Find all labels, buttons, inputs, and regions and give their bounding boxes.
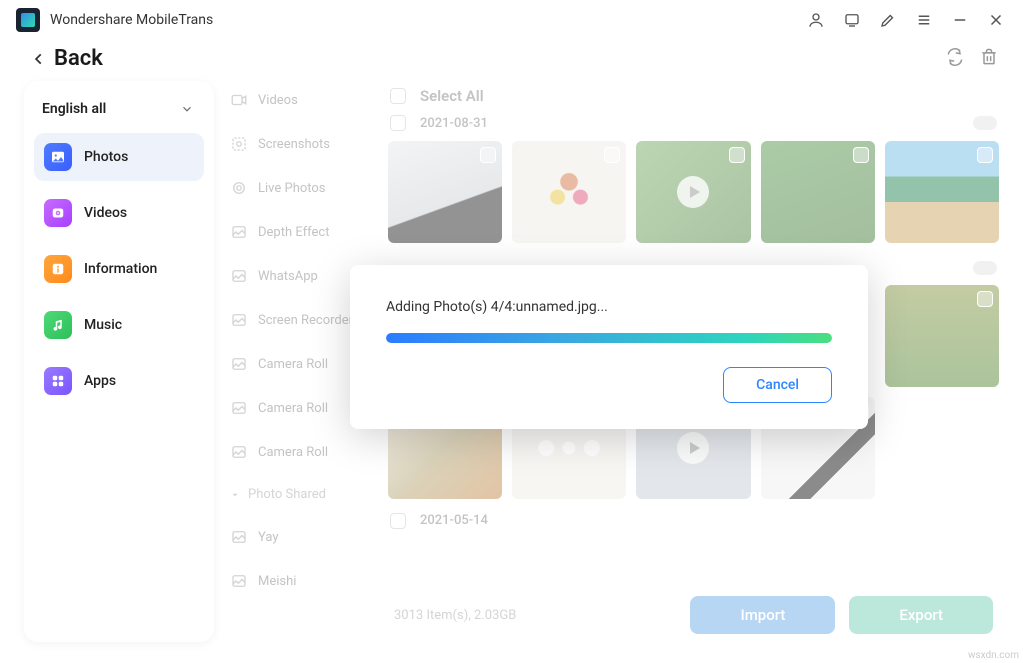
thumb-checkbox[interactable] [729,147,745,163]
thumb-checkbox[interactable] [853,147,869,163]
item-stats: 3013 Item(s), 2.03GB [394,608,516,623]
minimize-icon[interactable] [949,9,971,31]
play-icon [677,432,709,464]
thumb-checkbox[interactable] [480,147,496,163]
user-icon[interactable] [805,9,827,31]
date-checkbox[interactable] [390,513,406,529]
count-pill [973,261,997,275]
live-icon [230,179,248,197]
back-row: Back [0,40,1023,81]
image-icon [230,311,248,329]
category-divider: Photo Shared [222,477,376,512]
image-icon [230,399,248,417]
feedback-icon[interactable] [841,9,863,31]
date-checkbox[interactable] [390,115,406,131]
thumb-checkbox[interactable] [977,147,993,163]
sidebar-item-label: Photos [84,149,128,165]
modal-message: Adding Photo(s) 4/4:unnamed.jpg... [386,299,832,315]
photo-thumb[interactable] [885,141,999,243]
play-icon [677,176,709,208]
category-item[interactable]: Live Photos [222,169,376,207]
image-icon [230,267,248,285]
caret-down-icon [230,490,240,500]
app-logo [16,8,40,32]
photo-thumb[interactable] [761,141,875,243]
photo-thumb[interactable] [512,141,626,243]
progress-bar-track [386,333,832,343]
info-icon [44,255,72,283]
category-item[interactable]: Videos [222,81,376,119]
footer: 3013 Item(s), 2.03GB Import Export [388,590,999,640]
sidebar-item-music[interactable]: Music [34,301,204,349]
image-icon [230,223,248,241]
category-item[interactable]: Yay [222,518,376,556]
sidebar-item-label: Information [84,261,157,277]
select-all-label: Select All [420,87,484,105]
sidebar-item-label: Videos [84,205,127,221]
category-item[interactable]: Screenshots [222,125,376,163]
refresh-icon[interactable] [945,47,965,71]
sidebar-item-label: Apps [84,373,116,389]
sidebar-item-apps[interactable]: Apps [34,357,204,405]
photo-thumb[interactable] [636,141,750,243]
sidebar-item-information[interactable]: Information [34,245,204,293]
title-bar: Wondershare MobileTrans [0,0,1023,40]
cancel-button[interactable]: Cancel [723,367,832,403]
photos-icon [44,143,72,171]
photo-grid [384,135,1003,253]
music-icon [44,311,72,339]
chevron-down-icon [180,102,194,116]
screenshot-icon [230,135,248,153]
image-icon [230,572,248,590]
category-item[interactable]: Camera Roll [222,433,376,471]
language-dropdown[interactable]: English all [34,93,204,133]
sidebar-item-photos[interactable]: Photos [34,133,204,181]
videos-icon [44,199,72,227]
sidebar-item-videos[interactable]: Videos [34,189,204,237]
category-item[interactable]: Meishi [222,562,376,600]
thumb-checkbox[interactable] [977,291,993,307]
select-all-checkbox[interactable] [390,88,406,104]
window-controls [805,9,1007,31]
apps-icon [44,367,72,395]
progress-bar-fill [386,333,832,343]
date-label: 2021-08-31 [420,116,488,131]
date-group-row: 2021-05-14 [384,509,1003,533]
sidebar-item-label: Music [84,317,122,333]
image-icon [230,528,248,546]
image-icon [230,355,248,373]
dropdown-label: English all [42,101,106,117]
select-all-row: Select All [384,81,1003,111]
close-icon[interactable] [985,9,1007,31]
app-title: Wondershare MobileTrans [50,12,213,28]
import-button[interactable]: Import [690,596,835,634]
thumb-checkbox[interactable] [604,147,620,163]
photo-thumb[interactable] [885,285,999,387]
back-button[interactable]: Back [32,46,103,71]
back-label: Back [54,46,103,71]
sidebar: English all Photos Videos Information Mu… [24,81,214,642]
category-item[interactable]: Depth Effect [222,213,376,251]
date-group-row: 2021-08-31 [384,111,1003,135]
photo-thumb[interactable] [388,141,502,243]
menu-icon[interactable] [913,9,935,31]
watermark: wsxdn.com [968,650,1019,661]
edit-icon[interactable] [877,9,899,31]
count-pill [973,116,997,130]
image-icon [230,443,248,461]
date-label: 2021-05-14 [420,513,488,528]
progress-modal: Adding Photo(s) 4/4:unnamed.jpg... Cance… [350,265,868,429]
export-button[interactable]: Export [849,596,993,634]
delete-icon[interactable] [979,47,999,71]
video-icon [230,91,248,109]
